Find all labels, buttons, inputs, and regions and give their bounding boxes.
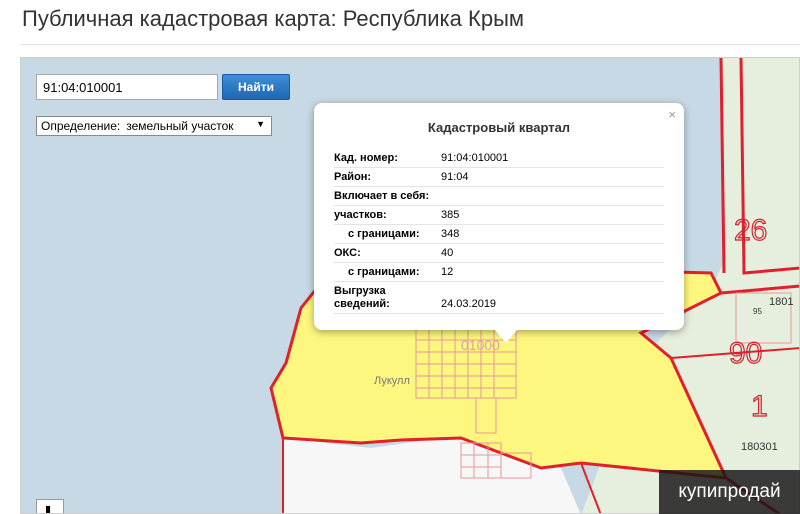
map-view[interactable]: 01000 Лукулл 26 90 1 180301 1801 95 Найт…: [20, 57, 800, 514]
info-key: Выгрузка сведений:: [334, 281, 441, 314]
layers-icon: ▮: [45, 504, 52, 514]
info-key: с границами:: [334, 224, 441, 244]
lot-label-26: 26: [734, 214, 767, 247]
page-title: Публичная кадастровая карта: Республика …: [22, 6, 525, 31]
cadastral-search-input[interactable]: [36, 74, 218, 100]
info-row: Включает в себя:: [334, 186, 664, 206]
info-key: с границами:: [334, 262, 441, 282]
info-value: 385: [441, 205, 664, 225]
info-key: участков:: [334, 205, 441, 225]
info-key: ОКС:: [334, 243, 441, 263]
lot-label-1: 1: [751, 390, 768, 423]
popup-pointer: [494, 329, 518, 343]
info-row: Кад. номер: 91:04:010001: [334, 149, 664, 168]
info-row: с границами: 348: [334, 224, 664, 244]
popup-info-table: Кад. номер: 91:04:010001 Район: 91:04 Включа…: [334, 149, 664, 314]
num-label-95: 95: [753, 307, 762, 316]
info-value: 91:04: [441, 167, 664, 187]
code-label-180301: 180301: [741, 441, 778, 453]
info-row: участков: 385: [334, 205, 664, 225]
info-row: с границами: 12: [334, 262, 664, 282]
title-divider: [20, 44, 800, 45]
info-value: 348: [441, 224, 664, 244]
info-row: Район: 91:04: [334, 167, 664, 187]
info-popup: × Кадастровый квартал Кад. номер: 91:04:0…: [314, 103, 684, 343]
definition-select-value: земельный участок: [126, 119, 234, 133]
info-row: ОКС: 40: [334, 243, 664, 263]
info-value: [441, 186, 664, 206]
code-label-1801: 1801: [769, 296, 793, 308]
definition-select[interactable]: Определение: земельный участок ▼: [36, 116, 272, 136]
lot-label-90: 90: [729, 337, 762, 370]
info-value: 40: [441, 243, 664, 263]
info-value: 12: [441, 262, 664, 282]
watermark: купипродай: [659, 470, 800, 514]
info-row: Выгрузка сведений: 24.03.2019: [334, 281, 664, 314]
info-value: 91:04:010001: [441, 149, 664, 168]
info-key: Кад. номер:: [334, 149, 441, 168]
locality-label: Лукулл: [374, 375, 410, 387]
definition-select-label: Определение:: [41, 119, 121, 133]
popup-title: Кадастровый квартал: [427, 120, 571, 135]
layers-button[interactable]: ▮: [36, 499, 64, 514]
info-key: Район:: [334, 167, 441, 187]
find-button[interactable]: Найти: [222, 74, 290, 100]
info-key: Включает в себя:: [334, 186, 441, 206]
chevron-down-icon: ▼: [256, 119, 265, 129]
info-value: 24.03.2019: [441, 281, 664, 314]
